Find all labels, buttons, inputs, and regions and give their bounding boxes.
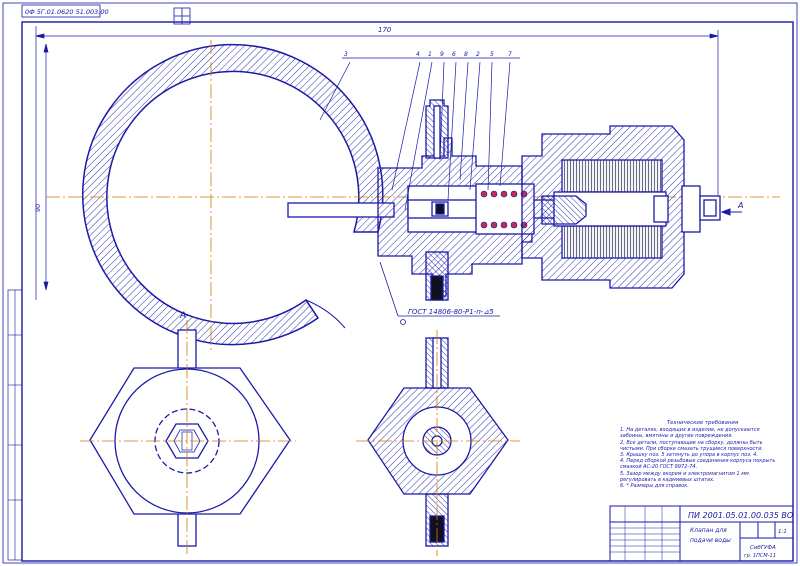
note-item: 6. * Размеры для справок. <box>620 483 689 490</box>
technical-requirements: Технические требования 1. На деталях, вх… <box>620 420 785 489</box>
note-item: 1. На деталях, входящих в изделие, не до… <box>620 427 760 440</box>
note-item: 2. Все детали, поступающие на сборку, до… <box>620 439 764 452</box>
org-line-2: гр. 1ПСМ-11 <box>744 553 776 559</box>
left-dimension <box>43 43 49 291</box>
leader-numbers: 3 4 1 9 6 8 2 5 7 <box>344 51 512 58</box>
view-a-hexagon <box>89 329 291 547</box>
svg-text:3: 3 <box>344 51 348 58</box>
part-name-1: Клапан для <box>690 527 727 534</box>
top-dimension-value: 170 <box>378 26 392 34</box>
svg-text:9: 9 <box>440 51 444 58</box>
tank-section <box>81 43 384 346</box>
scale-value: 1:1 <box>778 529 787 535</box>
svg-text:4: 4 <box>416 51 420 58</box>
part-name-2: подачи воды <box>690 537 731 544</box>
corner-code: 0Ф 5Г.01.0620 51.003.00 <box>25 8 109 16</box>
cross-section-view <box>367 337 509 547</box>
gost-note: ГОСТ 14806-80-Р1-п-⊿5 <box>408 308 494 316</box>
doc-code: ПИ 2001.05.01.00.035 ВО <box>688 511 793 520</box>
note-item: 4. Перед сборкой резьбовые соединения ко… <box>620 458 776 471</box>
note-item: 5. Зазор между якорем и электромагнитом … <box>620 470 749 483</box>
svg-text:2: 2 <box>476 51 480 58</box>
org-line-1: СибГУФА <box>750 545 776 551</box>
view-a-label: А <box>179 311 186 321</box>
svg-text:7: 7 <box>508 51 512 58</box>
svg-text:5: 5 <box>490 51 494 58</box>
notes-title: Технические требования <box>666 420 739 426</box>
svg-text:1: 1 <box>428 51 432 58</box>
svg-text:8: 8 <box>464 51 468 58</box>
left-dimension-value: 90 <box>34 204 42 212</box>
view-arrow-label: А <box>737 201 743 210</box>
svg-text:6: 6 <box>452 51 456 58</box>
